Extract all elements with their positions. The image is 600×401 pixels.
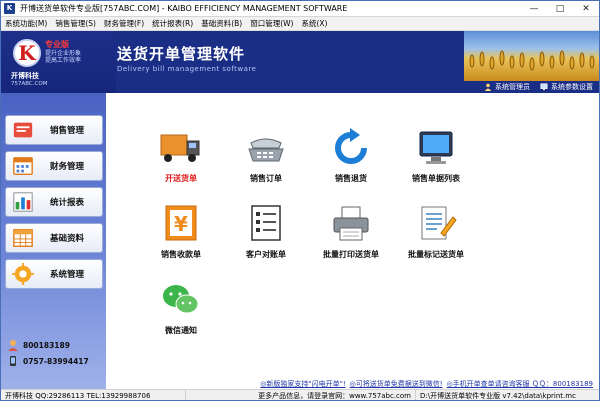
phone-number-1: 800183189 bbox=[23, 340, 70, 350]
sidebar-item-label: 基础资料 bbox=[50, 234, 85, 244]
yen-receipt-icon: ¥ bbox=[165, 205, 197, 241]
brand-slogan: 提升企业形象 提高工作效率 bbox=[45, 50, 81, 64]
tile-label: 批量打印送货单 bbox=[323, 250, 379, 259]
menu-reports[interactable]: 统计报表(R) bbox=[148, 18, 197, 29]
tile-label: 客户对账单 bbox=[246, 250, 286, 259]
tile-label: 销售单据列表 bbox=[412, 174, 460, 183]
gear-icon bbox=[12, 263, 34, 285]
support-person-icon bbox=[8, 340, 18, 351]
app-icon: K bbox=[4, 3, 15, 14]
window-title: 开博送货单软件专业版[757ABC.COM] - KAIBO EFFICIENC… bbox=[20, 4, 348, 13]
svg-text:¥: ¥ bbox=[174, 212, 188, 236]
menu-basic-data[interactable]: 基础资料(B) bbox=[197, 18, 246, 29]
tile-batch-mark-delivery[interactable]: 批量标记送货单 bbox=[391, 203, 481, 271]
tile-wechat-notify[interactable]: 微信通知 bbox=[136, 279, 226, 347]
close-button[interactable]: ✕ bbox=[573, 1, 599, 17]
admin-label: 系统管理员 bbox=[495, 83, 530, 91]
ticker-link-3[interactable]: ◎手机开单查单请咨询客服 ＱＱ：800183189 bbox=[447, 379, 593, 389]
status-website[interactable]: 更多产品信息，请登录官网：www.757abc.com bbox=[186, 389, 416, 400]
phone-contact-2: 0757-83994417 bbox=[7, 355, 103, 367]
app-window: K 开博送货单软件专业版[757ABC.COM] - KAIBO EFFICIE… bbox=[0, 0, 600, 401]
menu-bar: 系统功能(M) 销售管理(S) 财务管理(F) 统计报表(R) 基础资料(B) … bbox=[1, 17, 599, 31]
settings-link[interactable]: 系统参数设置 bbox=[540, 82, 593, 92]
tile-label: 批量标记送货单 bbox=[408, 250, 464, 259]
window-controls: — □ ✕ bbox=[521, 1, 599, 17]
mark-document-icon bbox=[421, 206, 457, 240]
telephone-icon bbox=[248, 138, 284, 162]
tile-sales-return[interactable]: 销售退货 bbox=[306, 127, 396, 195]
status-path: D:\开博送货单软件专业版 v7.42\data\kprint.mc bbox=[420, 391, 576, 400]
sidebar-item-label: 财务管理 bbox=[50, 162, 85, 172]
company-name: 开博科技 bbox=[11, 72, 39, 80]
tile-sales-receipt[interactable]: ¥ 销售收款单 bbox=[136, 203, 226, 271]
tile-label: 开送货单 bbox=[165, 174, 197, 183]
sidebar-item-sales[interactable]: 销售管理 bbox=[5, 115, 103, 145]
tile-batch-print-delivery[interactable]: 批量打印送货单 bbox=[306, 203, 396, 271]
pro-badge: 专业版 bbox=[45, 40, 69, 49]
title-bar: K 开博送货单软件专业版[757ABC.COM] - KAIBO EFFICIE… bbox=[1, 1, 599, 17]
tile-label: 销售收款单 bbox=[161, 250, 201, 259]
checklist-icon bbox=[251, 205, 281, 241]
company-url: 757ABC.COM bbox=[11, 81, 48, 87]
brand-logo-icon: K bbox=[13, 39, 41, 67]
menu-finance[interactable]: 财务管理(F) bbox=[100, 18, 148, 29]
main-panel: 开送货单 销售订单 销售退货 销售单据列表 ¥ 销售收款单 客户对账单 批量打印… bbox=[106, 93, 599, 379]
wechat-icon bbox=[163, 285, 199, 314]
cart-icon bbox=[13, 122, 33, 138]
table-icon bbox=[13, 229, 33, 247]
ticker-link-1[interactable]: ◎新版独家支持"闪电开单"! bbox=[260, 379, 345, 389]
tile-label: 销售退货 bbox=[335, 174, 367, 183]
slogan-line-2: 提高工作效率 bbox=[45, 57, 82, 64]
calendar-icon bbox=[13, 157, 33, 175]
settings-monitor-icon bbox=[540, 83, 548, 91]
ticker-link-2[interactable]: ◎可将送货单免费据送到微信! bbox=[350, 379, 443, 389]
tile-label: 销售订单 bbox=[250, 174, 282, 183]
phone-contact-1: 800183189 bbox=[7, 339, 103, 351]
user-icon bbox=[484, 83, 492, 91]
tile-label: 微信通知 bbox=[165, 326, 197, 335]
tile-customer-statement[interactable]: 客户对账单 bbox=[221, 203, 311, 271]
monitor-icon bbox=[419, 131, 453, 164]
sidebar: 销售管理 财务管理 统计报表 基础资料 系统管理 800183189 0757-… bbox=[1, 93, 106, 389]
menu-system[interactable]: 系统(X) bbox=[297, 18, 331, 29]
status-contact: 开博科技 QQ:29286113 TEL:13929988706 bbox=[1, 389, 186, 400]
banner-subtitle: Delivery bill management software bbox=[117, 65, 257, 73]
sidebar-item-finance[interactable]: 财务管理 bbox=[5, 151, 103, 181]
brand-area: K 专业版 提升企业形象 提高工作效率 开博科技 757ABC.COM bbox=[1, 31, 116, 93]
menu-sales[interactable]: 销售管理(S) bbox=[51, 18, 100, 29]
banner-title: 送货开单管理软件 bbox=[117, 45, 246, 63]
sidebar-item-label: 系统管理 bbox=[50, 270, 85, 280]
sidebar-item-reports[interactable]: 统计报表 bbox=[5, 187, 103, 217]
tile-sales-document-list[interactable]: 销售单据列表 bbox=[391, 127, 481, 195]
bar-chart-icon bbox=[13, 192, 33, 212]
status-bar: 开博科技 QQ:29286113 TEL:13929988706 更多产品信息，… bbox=[1, 389, 599, 400]
phone-number-2: 0757-83994417 bbox=[23, 356, 89, 366]
settings-label: 系统参数设置 bbox=[551, 83, 593, 91]
truck-icon bbox=[160, 134, 200, 162]
header-banner: K 专业版 提升企业形象 提高工作效率 开博科技 757ABC.COM 送货开单… bbox=[1, 31, 599, 93]
sidebar-item-label: 统计报表 bbox=[50, 198, 85, 208]
refresh-arrow-icon bbox=[335, 128, 367, 164]
admin-link[interactable]: 系统管理员 bbox=[484, 82, 530, 92]
sidebar-item-system[interactable]: 系统管理 bbox=[5, 259, 103, 289]
maximize-button[interactable]: □ bbox=[547, 1, 573, 17]
wheat-field-image bbox=[464, 31, 599, 81]
menu-system-functions[interactable]: 系统功能(M) bbox=[1, 18, 51, 29]
printer-icon bbox=[333, 206, 369, 241]
tile-create-delivery-note[interactable]: 开送货单 bbox=[136, 127, 226, 195]
tile-sales-order[interactable]: 销售订单 bbox=[221, 127, 311, 195]
news-ticker: ◎新版独家支持"闪电开单"! ◎可将送货单免费据送到微信! ◎手机开单查单请咨询… bbox=[106, 379, 599, 389]
minimize-button[interactable]: — bbox=[521, 1, 547, 17]
menu-window[interactable]: 窗口管理(W) bbox=[246, 18, 297, 29]
user-bar: 系统管理员 系统参数设置 bbox=[464, 81, 599, 93]
sidebar-item-label: 销售管理 bbox=[50, 126, 85, 136]
phone-icon bbox=[10, 356, 16, 366]
slogan-line-1: 提升企业形象 bbox=[45, 50, 82, 57]
sidebar-item-basic-data[interactable]: 基础资料 bbox=[5, 223, 103, 253]
